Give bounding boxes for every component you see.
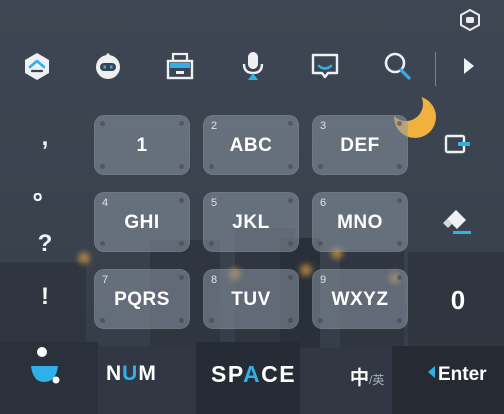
key-label: JKL bbox=[232, 212, 270, 233]
key-number: 4 bbox=[102, 197, 109, 209]
key-1[interactable]: 1 bbox=[94, 115, 190, 175]
key-number: 9 bbox=[320, 274, 327, 286]
keyboard-settings-icon[interactable] bbox=[459, 8, 481, 32]
key-label: GHI bbox=[124, 212, 160, 233]
enter-arrow-icon bbox=[428, 366, 435, 378]
key-label: MNO bbox=[337, 212, 383, 233]
key-6-mno[interactable]: 6 MNO bbox=[312, 192, 408, 252]
key-label: TUV bbox=[231, 289, 271, 310]
key-7-pqrs[interactable]: 7 PQRS bbox=[94, 269, 190, 329]
key-number: 3 bbox=[320, 120, 327, 132]
key-9-wxyz[interactable]: 9 WXYZ bbox=[312, 269, 408, 329]
language-switch-button[interactable]: 中/英 bbox=[350, 363, 384, 390]
key-3-def[interactable]: 3 DEF bbox=[312, 115, 408, 175]
toolbar-divider bbox=[435, 52, 436, 86]
punctuation-comma[interactable]: , bbox=[24, 116, 66, 160]
robot-face-icon[interactable] bbox=[88, 46, 128, 86]
punctuation-period[interactable]: 。 bbox=[24, 166, 66, 210]
punctuation-question[interactable]: ? bbox=[24, 222, 66, 266]
key-label: PQRS bbox=[114, 289, 170, 310]
key-number: 7 bbox=[102, 274, 109, 286]
key-5-jkl[interactable]: 5 JKL bbox=[203, 192, 299, 252]
microphone-icon[interactable] bbox=[233, 46, 273, 86]
play-arrow-icon[interactable] bbox=[448, 46, 488, 86]
space-button[interactable]: SPACE bbox=[211, 361, 296, 388]
enter-button[interactable]: Enter bbox=[428, 364, 487, 386]
punctuation-exclamation[interactable]: ! bbox=[24, 275, 66, 319]
key-label: WXYZ bbox=[331, 289, 389, 310]
clipboard-tray-icon[interactable] bbox=[160, 46, 200, 86]
key-label: DEF bbox=[340, 135, 380, 156]
input-method-logo-icon[interactable] bbox=[26, 346, 70, 388]
num-mode-button[interactable]: NUM bbox=[106, 362, 157, 386]
eraser-icon[interactable] bbox=[437, 200, 479, 244]
search-icon[interactable] bbox=[377, 46, 417, 86]
key-0[interactable]: 0 bbox=[437, 278, 479, 322]
key-label: 1 bbox=[136, 135, 148, 156]
toolbar bbox=[0, 46, 504, 92]
key-8-tuv[interactable]: 8 TUV bbox=[203, 269, 299, 329]
speech-bubble-icon[interactable] bbox=[305, 46, 345, 86]
key-label: ABC bbox=[229, 135, 273, 156]
key-number: 5 bbox=[211, 197, 218, 209]
backspace-icon[interactable] bbox=[437, 122, 479, 166]
home-hexagon-icon[interactable] bbox=[17, 46, 57, 86]
key-2-abc[interactable]: 2 ABC bbox=[203, 115, 299, 175]
key-number: 2 bbox=[211, 120, 218, 132]
key-number: 6 bbox=[320, 197, 327, 209]
key-number: 8 bbox=[211, 274, 218, 286]
key-4-ghi[interactable]: 4 GHI bbox=[94, 192, 190, 252]
